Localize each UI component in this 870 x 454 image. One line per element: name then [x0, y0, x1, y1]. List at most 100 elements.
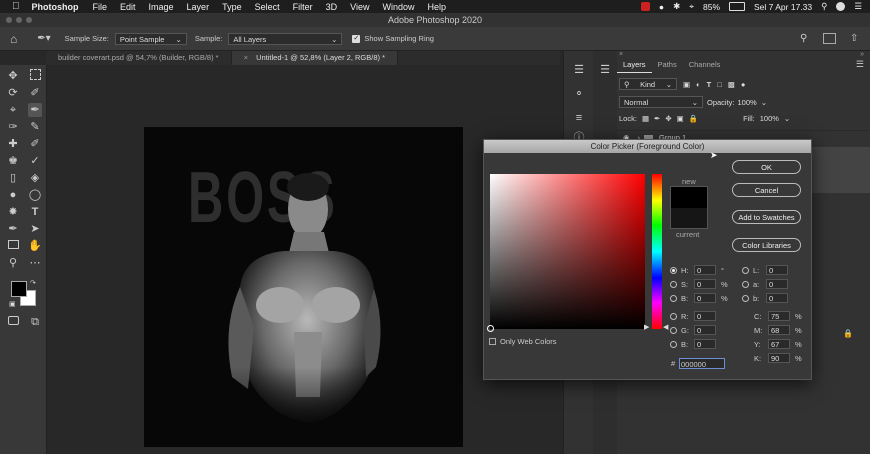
eyedropper-tool-icon[interactable]: ✒: [28, 103, 42, 117]
lock-transparent-icon[interactable]: ▦: [642, 114, 649, 123]
hex-input[interactable]: 000000: [679, 358, 725, 369]
battery-icon[interactable]: [729, 2, 745, 11]
menu-image[interactable]: Image: [149, 2, 174, 12]
lab-l-input[interactable]: 0: [766, 265, 788, 275]
saturation-radio[interactable]: [670, 280, 677, 288]
only-web-colors-checkbox[interactable]: [489, 338, 496, 345]
marquee-tool-icon[interactable]: [28, 69, 42, 83]
learn-panel-icon[interactable]: ⚬: [572, 87, 586, 101]
type-tool-icon[interactable]: T: [28, 205, 42, 219]
menu-3d[interactable]: 3D: [326, 2, 338, 12]
blur-tool-icon[interactable]: ●: [6, 188, 20, 202]
brightness-radio[interactable]: [670, 294, 677, 302]
paint-bucket-icon[interactable]: ◈: [28, 171, 42, 185]
lab-a-input[interactable]: 0: [766, 279, 788, 289]
hue-slider[interactable]: [652, 174, 662, 329]
chevron-down-icon[interactable]: ⌄: [761, 98, 767, 107]
screen-mode-icon[interactable]: ⧉: [28, 315, 42, 329]
menu-select[interactable]: Select: [255, 2, 280, 12]
sample-size-dropdown[interactable]: Point Sample ⌄: [114, 32, 187, 45]
crop-tool-icon[interactable]: ⌖: [6, 103, 20, 117]
hue-radio[interactable]: [670, 266, 677, 274]
panel-options-icon[interactable]: ☰: [598, 63, 612, 77]
shape-filter-icon[interactable]: □: [717, 80, 722, 89]
eraser-tool-icon[interactable]: ▯: [6, 171, 20, 185]
menu-list-icon[interactable]: ☰: [854, 1, 862, 12]
menu-layer[interactable]: Layer: [187, 2, 210, 12]
lock-position-icon[interactable]: ✥: [665, 114, 671, 123]
ok-button[interactable]: OK: [732, 160, 801, 174]
lasso-tool-icon[interactable]: ⟳: [6, 86, 20, 100]
panel-collapse-icon[interactable]: »: [860, 51, 864, 58]
menu-app-name[interactable]: Photoshop: [32, 2, 79, 12]
tab-channels[interactable]: Channels: [683, 57, 727, 73]
blue-radio[interactable]: [670, 340, 677, 348]
smudge-tool-icon[interactable]: ✓: [28, 154, 42, 168]
pencil-tool-icon[interactable]: ✎: [28, 120, 42, 134]
red-input[interactable]: 0: [694, 311, 716, 321]
kind-filter-dropdown[interactable]: ⚲ Kind ⌄: [619, 78, 677, 90]
menu-window[interactable]: Window: [382, 2, 414, 12]
color-field-cursor[interactable]: [487, 325, 494, 332]
green-radio[interactable]: [670, 326, 677, 334]
minimize-window-dot[interactable]: [16, 17, 22, 23]
yellow-input[interactable]: 67: [768, 339, 790, 349]
lab-b-input[interactable]: 0: [766, 293, 788, 303]
properties-panel-icon[interactable]: ≡: [572, 111, 586, 125]
lock-image-icon[interactable]: ✒: [654, 114, 660, 123]
rectangle-tool-icon[interactable]: [6, 239, 20, 253]
search-icon[interactable]: ⚲: [800, 33, 807, 44]
color-field[interactable]: [487, 174, 645, 332]
creative-cloud-icon[interactable]: ●: [659, 2, 664, 12]
lab-a-radio[interactable]: [742, 280, 749, 288]
apple-icon[interactable]: : [12, 1, 20, 12]
menu-view[interactable]: View: [350, 2, 369, 12]
fill-value[interactable]: 100%: [760, 114, 779, 123]
close-window-dot[interactable]: [6, 17, 12, 23]
layer-row-selected[interactable]: [812, 147, 870, 193]
search-icon[interactable]: ⚲: [821, 1, 827, 12]
lock-all-icon[interactable]: 🔒: [689, 114, 698, 123]
record-icon[interactable]: [640, 2, 650, 11]
red-radio[interactable]: [670, 312, 677, 320]
menu-file[interactable]: File: [93, 2, 108, 12]
wifi-icon[interactable]: ⌖: [689, 1, 694, 12]
sample-dropdown[interactable]: All Layers ⌄: [228, 32, 343, 45]
stamp-tool-icon[interactable]: ♚: [6, 154, 20, 168]
add-to-swatches-button[interactable]: Add to Swatches: [732, 210, 801, 224]
opacity-value[interactable]: 100%: [738, 98, 757, 107]
smart-object-filter-icon[interactable]: ▩: [728, 80, 735, 89]
move-tool-icon[interactable]: ✥: [6, 69, 20, 83]
document-canvas[interactable]: BOSS: [144, 127, 463, 447]
menu-type[interactable]: Type: [222, 2, 242, 12]
green-input[interactable]: 0: [694, 325, 716, 335]
menu-filter[interactable]: Filter: [293, 2, 313, 12]
quick-select-tool-icon[interactable]: ✐: [28, 86, 42, 100]
history-panel-icon[interactable]: ☰: [572, 63, 586, 77]
blend-mode-dropdown[interactable]: Normal ⌄: [619, 96, 703, 108]
workspace-icon[interactable]: [823, 33, 836, 44]
hue-slider-right-arrow[interactable]: ◀: [663, 323, 668, 331]
brightness-input[interactable]: 0: [694, 293, 716, 303]
menu-help[interactable]: Help: [427, 2, 446, 12]
filter-toggle-icon[interactable]: ●: [741, 80, 746, 89]
healing-tool-icon[interactable]: ✚: [6, 137, 20, 151]
pixel-filter-icon[interactable]: ▣: [683, 80, 690, 89]
bluetooth-icon[interactable]: ✱: [673, 1, 680, 12]
chevron-down-icon[interactable]: ⌄: [784, 114, 790, 123]
tab-paths[interactable]: Paths: [652, 57, 683, 73]
saturation-input[interactable]: 0: [694, 279, 716, 289]
foreground-color-swatch[interactable]: [11, 281, 27, 297]
black-input[interactable]: 90: [768, 353, 790, 363]
home-icon[interactable]: ⌂: [10, 32, 17, 46]
blue-input[interactable]: 0: [694, 339, 716, 349]
quick-mask-icon[interactable]: [6, 315, 20, 329]
tab-layers[interactable]: Layers: [617, 57, 652, 73]
show-sampling-ring-checkbox[interactable]: ✓: [352, 34, 361, 43]
panel-menu-icon[interactable]: ☰: [856, 59, 864, 70]
dodge-tool-icon[interactable]: ◯: [28, 188, 42, 202]
cancel-button[interactable]: Cancel: [732, 183, 801, 197]
share-icon[interactable]: ⇧: [850, 33, 858, 44]
pen-tool-icon[interactable]: ✒: [6, 222, 20, 236]
cyan-input[interactable]: 75: [768, 311, 790, 321]
